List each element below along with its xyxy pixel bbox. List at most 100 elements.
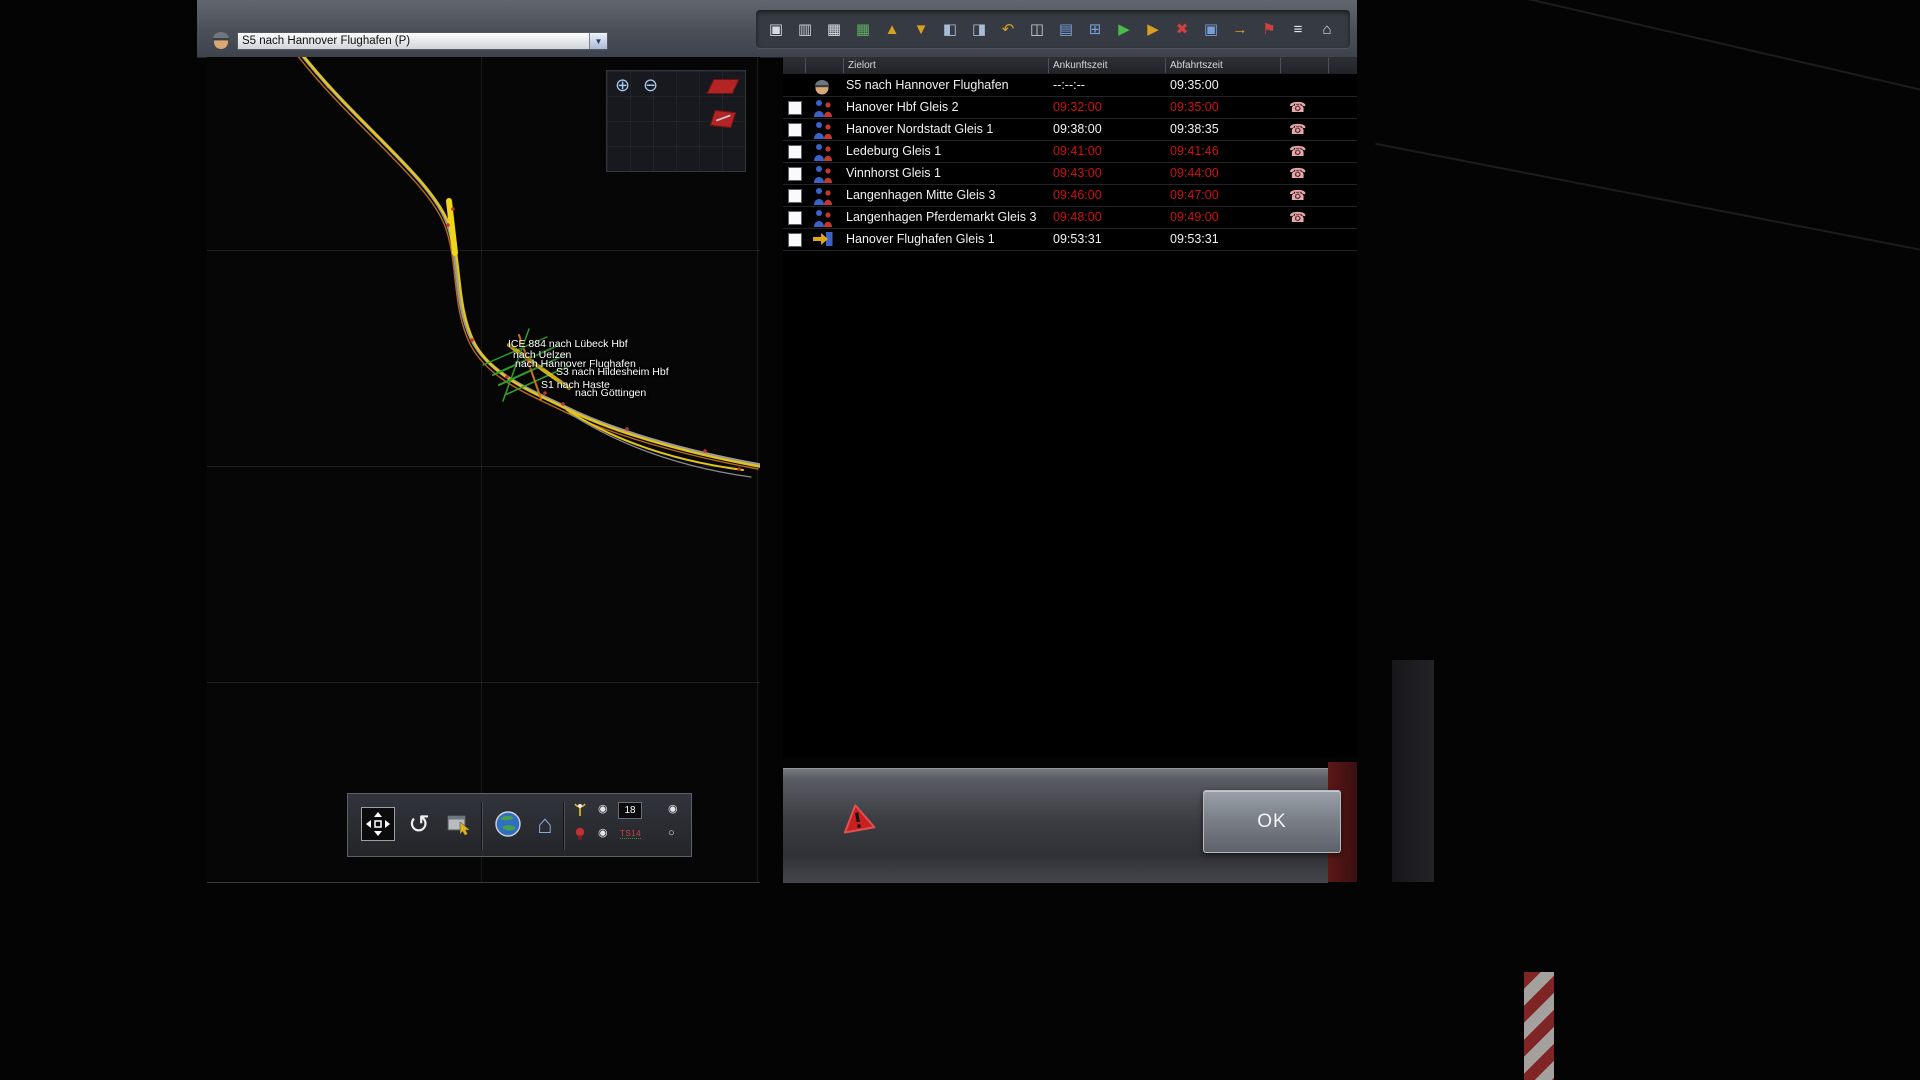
pan-icon (365, 811, 391, 837)
keypad-button[interactable]: ≡ (1286, 16, 1310, 42)
destination-cell: Hanover Flughafen Gleis 1 (846, 229, 995, 250)
depot-button[interactable]: ⌂ (1315, 16, 1339, 42)
destination-cell: Hanover Nordstadt Gleis 1 (846, 119, 993, 140)
header-divider (1165, 58, 1166, 73)
phone-icon: ☎ (1289, 163, 1306, 184)
route-map[interactable]: ICE 884 nach Lübeck Hbfnach Uelzennach H… (207, 57, 760, 883)
map-overview-panel: ⊕ ⊖ (606, 70, 746, 172)
overview-tool-button[interactable] (707, 79, 740, 94)
split-right-icon: ◨ (972, 20, 986, 38)
icon-toolbar: ▣▥▦▦▲▼◧◨↶◫▤⊞▶▶✖▣→⚑≡⌂ (756, 10, 1350, 48)
column-arrival: Ankunftszeit (1053, 60, 1107, 71)
edit-consist-button[interactable]: ▤ (1054, 16, 1078, 42)
phone-icon: ☎ (1289, 207, 1306, 228)
goto-service-button[interactable]: ▶ (1141, 16, 1165, 42)
passengers-icon (812, 209, 834, 227)
phone-icon: ☎ (1289, 185, 1306, 206)
add-service-button[interactable]: ▶ (1112, 16, 1136, 42)
move-down-button[interactable]: ▼ (909, 16, 933, 42)
phone-icon: ☎ (1289, 97, 1306, 118)
overlay-radio-3[interactable]: ◉ (598, 826, 608, 840)
row-checkbox[interactable] (788, 233, 802, 247)
destination-cell: S5 nach Hannover Flughafen (846, 75, 1009, 96)
departure-cell: 09:41:46 (1170, 141, 1219, 162)
move-up-button[interactable]: ▲ (880, 16, 904, 42)
arrival-cell: 09:41:00 (1053, 141, 1102, 162)
row-checkbox[interactable] (788, 189, 802, 203)
arrival-cell: 09:48:00 (1053, 207, 1102, 228)
passengers-icon (812, 143, 834, 161)
dropdown-arrow-icon[interactable]: ▼ (589, 33, 607, 49)
driver-copy-icon: ◫ (1030, 20, 1044, 38)
undo-button[interactable]: ↶ (996, 16, 1020, 42)
row-checkbox[interactable] (788, 101, 802, 115)
signal-overlay-icon[interactable] (572, 802, 588, 822)
depot-icon: ⌂ (1322, 21, 1331, 38)
ok-button[interactable]: OK (1203, 790, 1341, 853)
small-grid-button[interactable]: ▦ (822, 16, 846, 42)
service-dropdown[interactable]: S5 nach Hannover Flughafen (P) ▼ (237, 32, 608, 50)
overlay-radio-1[interactable]: ◉ (598, 802, 608, 816)
table-row[interactable]: Hanover Flughafen Gleis 1 09:53:31 09:53… (783, 229, 1357, 251)
row-checkbox[interactable] (788, 211, 802, 225)
table-row[interactable]: Vinnhorst Gleis 1 09:43:00 09:44:00 ☎ (783, 163, 1357, 185)
insert-before-button[interactable]: ◧ (938, 16, 962, 42)
split-left-icon: ◧ (943, 20, 957, 38)
pointer-window-button[interactable] (443, 807, 477, 841)
table-row[interactable]: S5 nach Hannover Flughafen --:--:-- 09:3… (783, 75, 1357, 97)
scene-wire (1375, 143, 1920, 259)
row-checkbox[interactable] (788, 167, 802, 181)
large-grid-button[interactable]: ▦ (851, 16, 875, 42)
header-divider (843, 58, 844, 73)
rotate-button[interactable]: ↺ (402, 807, 436, 841)
copy-driver-button[interactable]: ◫ (1025, 16, 1049, 42)
table-row[interactable]: Hanover Nordstadt Gleis 1 09:38:00 09:38… (783, 119, 1357, 141)
departure-cell: 09:53:31 (1170, 229, 1219, 250)
table-row[interactable]: Hanover Hbf Gleis 2 09:32:00 09:35:00 ☎ (783, 97, 1357, 119)
down-arrow-icon: ▼ (914, 21, 929, 38)
driver-icon (812, 77, 834, 95)
warning-icon (838, 800, 878, 840)
multi-grid-icon: ⊞ (1089, 20, 1102, 38)
phone-icon: ☎ (1289, 119, 1306, 140)
scene-pillar (1392, 660, 1434, 882)
pan-button[interactable] (361, 807, 395, 841)
gold-arrow-icon: ▶ (1147, 20, 1159, 38)
footer-panel: OK (783, 768, 1328, 883)
home-view-button[interactable]: ⌂ (528, 807, 562, 841)
overlay-radio-4[interactable]: ○ (668, 826, 675, 840)
table-row[interactable]: Ledeburg Gleis 1 09:41:00 09:41:46 ☎ (783, 141, 1357, 163)
zoom-level-value[interactable]: 18 (618, 802, 642, 819)
zoom-in-button[interactable]: ⊕ (615, 75, 630, 95)
save-button[interactable]: ▣ (764, 16, 788, 42)
table-row[interactable]: Langenhagen Pferdemarkt Gleis 3 09:48:00… (783, 207, 1357, 229)
red-cross-icon: ✖ (1176, 20, 1189, 38)
draw-route-button[interactable] (710, 110, 736, 128)
column-destination: Zielort (848, 60, 876, 71)
toolbar-divider (481, 802, 482, 850)
departure-cell: 09:35:00 (1170, 75, 1219, 96)
destination-cell: Langenhagen Mitte Gleis 3 (846, 185, 995, 206)
scenario-editor-window: S5 nach Hannover Flughafen (P) ▼ ▣▥▦▦▲▼◧… (197, 0, 1357, 882)
destination-cell: Ledeburg Gleis 1 (846, 141, 941, 162)
row-checkbox[interactable] (788, 123, 802, 137)
remove-service-button[interactable]: ✖ (1170, 16, 1194, 42)
table-row[interactable]: Langenhagen Mitte Gleis 3 09:46:00 09:47… (783, 185, 1357, 207)
flag-button[interactable]: ⚑ (1257, 16, 1281, 42)
exit-portal-button[interactable]: → (1228, 16, 1252, 42)
zoom-out-button[interactable]: ⊖ (643, 75, 658, 95)
header-divider (1280, 58, 1281, 73)
map-toolbar: ↺ ⌂ (347, 793, 692, 857)
service-properties-button[interactable]: ▣ (1199, 16, 1223, 42)
select-services-button[interactable]: ⊞ (1083, 16, 1107, 42)
arrival-cell: --:--:-- (1053, 75, 1085, 96)
properties-icon: ▣ (1204, 20, 1218, 38)
destination-cell: Vinnhorst Gleis 1 (846, 163, 941, 184)
row-checkbox[interactable] (788, 145, 802, 159)
insert-after-button[interactable]: ◨ (967, 16, 991, 42)
world-view-button[interactable] (491, 807, 525, 841)
delete-button[interactable]: ▥ (793, 16, 817, 42)
overlay-radio-2[interactable]: ◉ (668, 802, 678, 816)
destination-cell: Langenhagen Pferdemarkt Gleis 3 (846, 207, 1036, 228)
marker-overlay-icon[interactable] (572, 826, 588, 846)
